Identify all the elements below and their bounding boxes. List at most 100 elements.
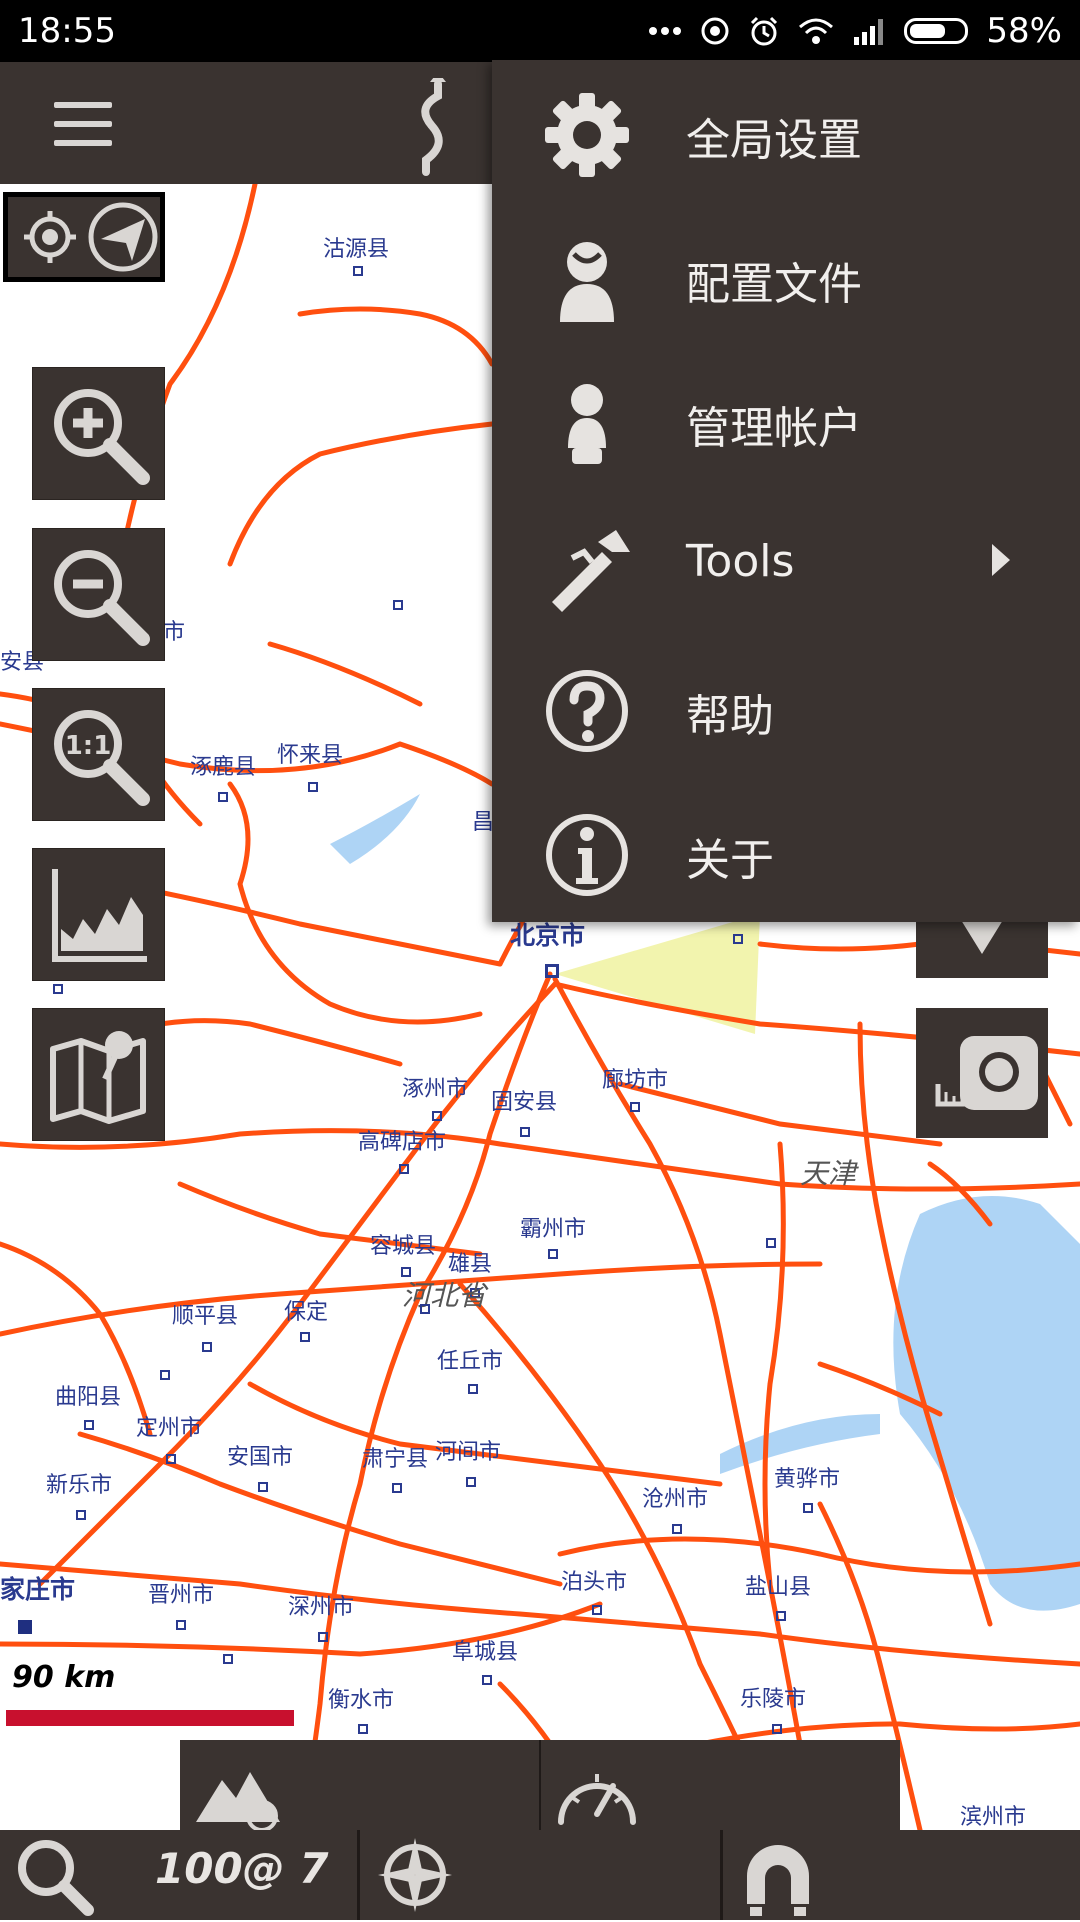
- scale-bar: [6, 1710, 294, 1726]
- menu-label: 管理帐户: [686, 403, 862, 454]
- navigation-button[interactable]: [360, 1830, 723, 1920]
- city-label: 新乐市: [46, 1473, 113, 1498]
- city-label: 安国市: [227, 1445, 294, 1470]
- city-label: 沧州市: [642, 1487, 709, 1512]
- city-marker: [420, 1304, 430, 1314]
- city-marker: [300, 1332, 310, 1342]
- city-marker: [399, 1164, 409, 1174]
- city-label: 顺平县: [172, 1304, 239, 1329]
- city-marker: [432, 1111, 442, 1121]
- city-marker: [468, 1384, 478, 1394]
- city-label: 天津: [800, 1157, 857, 1190]
- city-label: 盐山县: [745, 1575, 812, 1600]
- hotspot-icon: [700, 16, 730, 46]
- menu-item-manage-accounts[interactable]: 管理帐户: [492, 348, 1080, 492]
- city-label: 涿鹿县: [190, 755, 257, 780]
- account-icon: [568, 384, 606, 464]
- magnet-button[interactable]: [723, 1830, 1080, 1920]
- city-label: 晋州市: [148, 1583, 215, 1608]
- zoom-in-button[interactable]: [32, 367, 165, 500]
- speedometer-icon: [558, 1774, 636, 1825]
- submenu-arrow-icon: [992, 544, 1010, 576]
- gear-icon: [545, 93, 629, 177]
- city-marker: [776, 1611, 786, 1621]
- capital-marker: [545, 964, 559, 978]
- city-marker: [482, 1675, 492, 1685]
- city-marker: [353, 266, 363, 276]
- city-label-major: 家庄市: [0, 1575, 76, 1604]
- svg-text:1:1: 1:1: [65, 731, 112, 761]
- city-label: 衡水市: [328, 1688, 395, 1713]
- city-label: 曲阳县: [55, 1385, 122, 1410]
- city-label: 保定: [284, 1300, 329, 1325]
- city-marker: [76, 1510, 86, 1520]
- status-time: 18:55: [18, 11, 116, 51]
- hamburger-menu-icon[interactable]: [54, 102, 112, 146]
- battery-percent: 58%: [986, 11, 1062, 51]
- city-marker: [466, 1477, 476, 1487]
- bottom-toolbar: 100@ 7: [0, 1830, 1080, 1920]
- menu-item-global-settings[interactable]: 全局设置: [492, 60, 1080, 204]
- zoom-reset-button[interactable]: 1:1: [32, 688, 165, 821]
- elevation-chart-button[interactable]: [32, 848, 165, 981]
- city-label: 乐陵市: [740, 1687, 807, 1712]
- city-label: 肃宁县: [362, 1447, 429, 1472]
- scale-label: 90 km: [12, 1660, 116, 1695]
- battery-icon: [904, 18, 969, 44]
- city-marker: [392, 1483, 402, 1493]
- city-marker: [258, 1482, 268, 1492]
- terrain-button[interactable]: [180, 1740, 541, 1832]
- location-compass-control[interactable]: [3, 192, 165, 282]
- city-label: 定州市: [136, 1416, 203, 1441]
- city-marker: [672, 1524, 682, 1534]
- city-label: 任丘市: [437, 1349, 504, 1374]
- status-icons: 58%: [648, 11, 1062, 51]
- measure-button[interactable]: [916, 1008, 1048, 1138]
- city-marker: [393, 600, 403, 610]
- city-label: 市: [163, 620, 186, 645]
- city-marker: [308, 782, 318, 792]
- city-marker: [520, 1127, 530, 1137]
- city-label: 霸州市: [520, 1217, 587, 1242]
- city-marker: [160, 1370, 170, 1380]
- menu-label: 关于: [686, 835, 774, 886]
- city-marker: [53, 984, 63, 994]
- city-label: 高碑店市: [358, 1130, 447, 1155]
- city-marker: [202, 1342, 212, 1352]
- route-icon[interactable]: [408, 78, 456, 178]
- city-marker: [218, 792, 228, 802]
- menu-item-about[interactable]: 关于: [492, 780, 1080, 924]
- city-marker: [166, 1454, 176, 1464]
- city-label: 涿州市: [402, 1077, 469, 1102]
- more-dots-icon: [648, 26, 682, 36]
- speedometer-button[interactable]: [541, 1740, 900, 1832]
- zoom-out-icon: [54, 550, 150, 646]
- compass-arrow-icon: [88, 202, 158, 272]
- bottom-secondary-bar: [180, 1740, 900, 1832]
- city-marker: [630, 1102, 640, 1112]
- zoom-out-button[interactable]: [32, 528, 165, 661]
- search-icon: [18, 1840, 94, 1916]
- elevation-chart-icon: [52, 869, 147, 962]
- search-button[interactable]: 100@ 7: [0, 1830, 360, 1920]
- my-location-icon: [24, 211, 76, 263]
- menu-item-profiles[interactable]: 配置文件: [492, 204, 1080, 348]
- city-label: 深州市: [288, 1595, 355, 1620]
- menu-item-help[interactable]: 帮助: [492, 636, 1080, 780]
- map-pin-icon: [50, 1031, 146, 1124]
- city-marker-major: [18, 1620, 32, 1634]
- menu-label: 帮助: [686, 691, 774, 742]
- compass-rose-icon: [378, 1838, 452, 1912]
- city-marker: [592, 1605, 602, 1615]
- profile-icon: [560, 242, 614, 322]
- city-label: 泊头市: [561, 1570, 628, 1595]
- city-marker: [803, 1503, 813, 1513]
- caliper-icon: [552, 530, 630, 612]
- menu-item-tools[interactable]: Tools: [492, 492, 1080, 636]
- city-marker: [548, 1249, 558, 1259]
- province-label: 河北省: [402, 1279, 487, 1312]
- ruler-camera-icon: [935, 1036, 1038, 1110]
- city-label: 昌: [472, 810, 495, 835]
- city-marker: [318, 1632, 328, 1642]
- map-layers-button[interactable]: [32, 1008, 165, 1141]
